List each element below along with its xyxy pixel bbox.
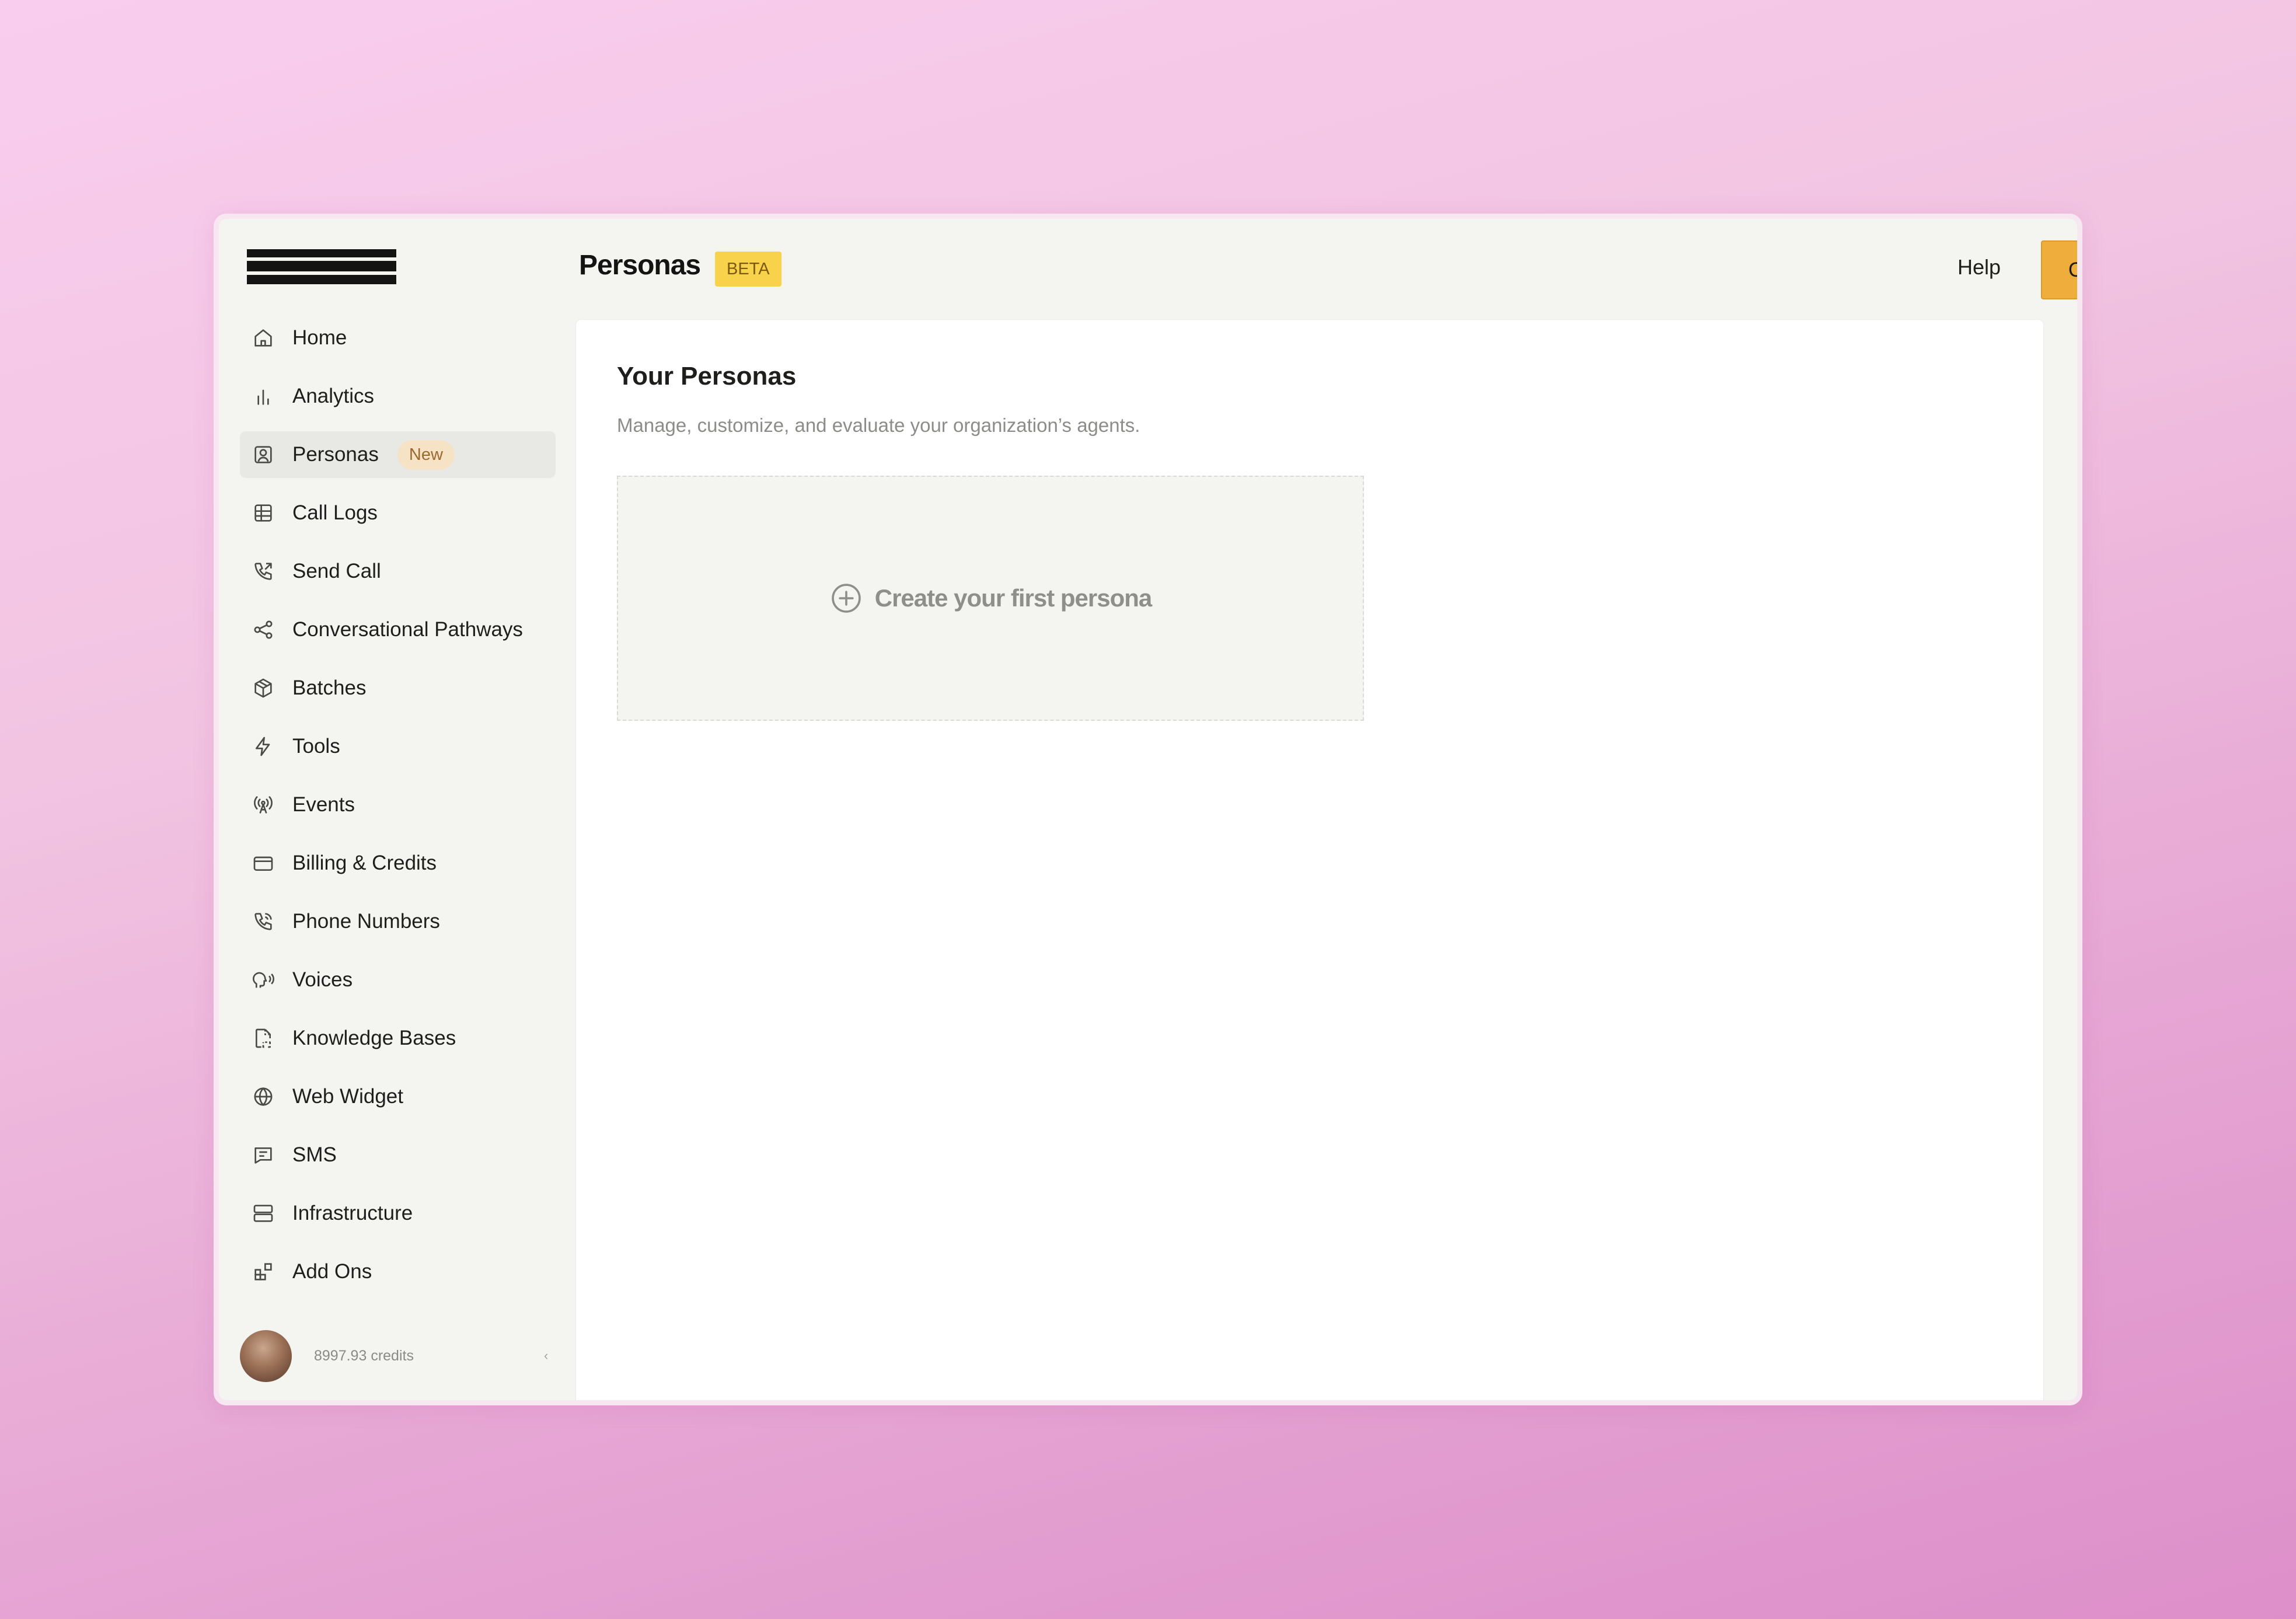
- bar-chart-icon: [252, 385, 275, 408]
- sidebar-item-billing-credits[interactable]: Billing & Credits: [240, 840, 556, 887]
- app-window: Home Analytics Personas New Call Logs Se…: [214, 214, 2082, 1405]
- sidebar-item-home[interactable]: Home: [240, 315, 556, 361]
- sidebar-item-label: Call Logs: [292, 501, 378, 524]
- sidebar-item-call-logs[interactable]: Call Logs: [240, 490, 556, 536]
- sidebar-item-label: Events: [292, 793, 355, 816]
- sidebar-item-label: Knowledge Bases: [292, 1027, 456, 1049]
- credits-balance: 8997.93 credits: [314, 1347, 414, 1364]
- sidebar-item-knowledge-bases[interactable]: Knowledge Bases: [240, 1015, 556, 1062]
- avatar[interactable]: [240, 1330, 292, 1382]
- plus-circle-icon: [831, 584, 861, 613]
- speaking-head-icon: [252, 968, 275, 992]
- create-first-persona-card[interactable]: Create your first persona: [617, 476, 1364, 721]
- help-link[interactable]: Help: [1957, 255, 2001, 280]
- sidebar-item-label: Billing & Credits: [292, 852, 437, 874]
- credit-card-icon: [252, 852, 275, 875]
- phone-outgoing-icon: [252, 560, 275, 583]
- sidebar-item-label: Voices: [292, 968, 353, 991]
- new-badge: New: [397, 439, 455, 470]
- server-icon: [252, 1202, 275, 1225]
- globe-icon: [252, 1085, 275, 1108]
- table-icon: [252, 501, 275, 525]
- sidebar-item-label: Tools: [292, 735, 340, 758]
- sidebar-item-events[interactable]: Events: [240, 781, 556, 828]
- file-dashed-icon: [252, 1027, 275, 1050]
- sidebar-item-label: Phone Numbers: [292, 910, 440, 933]
- lightning-icon: [252, 735, 275, 758]
- sidebar-item-personas[interactable]: Personas New: [240, 431, 556, 478]
- message-square-icon: [252, 1143, 275, 1167]
- share-icon: [252, 618, 275, 641]
- sidebar-item-voices[interactable]: Voices: [240, 957, 556, 1003]
- sidebar-item-label: Conversational Pathways: [292, 618, 523, 641]
- sidebar-item-add-ons[interactable]: Add Ons: [240, 1248, 556, 1295]
- section-title: Your Personas: [617, 362, 797, 390]
- sidebar-item-web-widget[interactable]: Web Widget: [240, 1073, 556, 1120]
- sidebar-item-label: Web Widget: [292, 1085, 403, 1108]
- main-content: Your Personas Manage, customize, and eva…: [575, 319, 2044, 1400]
- account-section[interactable]: 8997.93 credits ‹: [240, 1329, 556, 1383]
- empty-state-label: Create your first persona: [874, 584, 1152, 612]
- sidebar-item-sms[interactable]: SMS: [240, 1132, 556, 1178]
- bland-logo[interactable]: [247, 247, 396, 287]
- section-subtitle: Manage, customize, and evaluate your org…: [617, 414, 1140, 436]
- top-bar: Personas BETA Help Create Persona: [567, 219, 2077, 309]
- antenna-icon: [252, 793, 275, 817]
- sidebar-item-label: Add Ons: [292, 1260, 372, 1283]
- sidebar-item-label: Analytics: [292, 385, 375, 407]
- phone-icon: [252, 910, 275, 933]
- sidebar-item-conversational-pathways[interactable]: Conversational Pathways: [240, 606, 556, 653]
- home-icon: [252, 326, 275, 350]
- sidebar-item-tools[interactable]: Tools: [240, 723, 556, 770]
- sidebar-item-infrastructure[interactable]: Infrastructure: [240, 1190, 556, 1237]
- sidebar-item-analytics[interactable]: Analytics: [240, 373, 556, 420]
- beta-badge: BETA: [715, 252, 781, 287]
- sidebar-item-label: Send Call: [292, 560, 381, 582]
- sidebar-item-phone-numbers[interactable]: Phone Numbers: [240, 898, 556, 945]
- sidebar-nav: Home Analytics Personas New Call Logs Se…: [240, 315, 556, 1307]
- sidebar-item-label: SMS: [292, 1143, 337, 1166]
- blocks-icon: [252, 1260, 275, 1283]
- package-icon: [252, 676, 275, 700]
- sidebar-item-label: Personas: [292, 443, 379, 466]
- chevron-left-icon[interactable]: ‹: [544, 1348, 556, 1363]
- sidebar-item-label: Batches: [292, 676, 367, 699]
- sidebar: Home Analytics Personas New Call Logs Se…: [219, 219, 567, 1400]
- page-title: Personas: [579, 250, 701, 281]
- user-square-icon: [252, 443, 275, 466]
- sidebar-item-batches[interactable]: Batches: [240, 665, 556, 711]
- sidebar-item-send-call[interactable]: Send Call: [240, 548, 556, 595]
- sidebar-item-label: Infrastructure: [292, 1202, 413, 1224]
- sidebar-item-label: Home: [292, 326, 347, 349]
- create-persona-button[interactable]: Create Persona: [2041, 240, 2077, 299]
